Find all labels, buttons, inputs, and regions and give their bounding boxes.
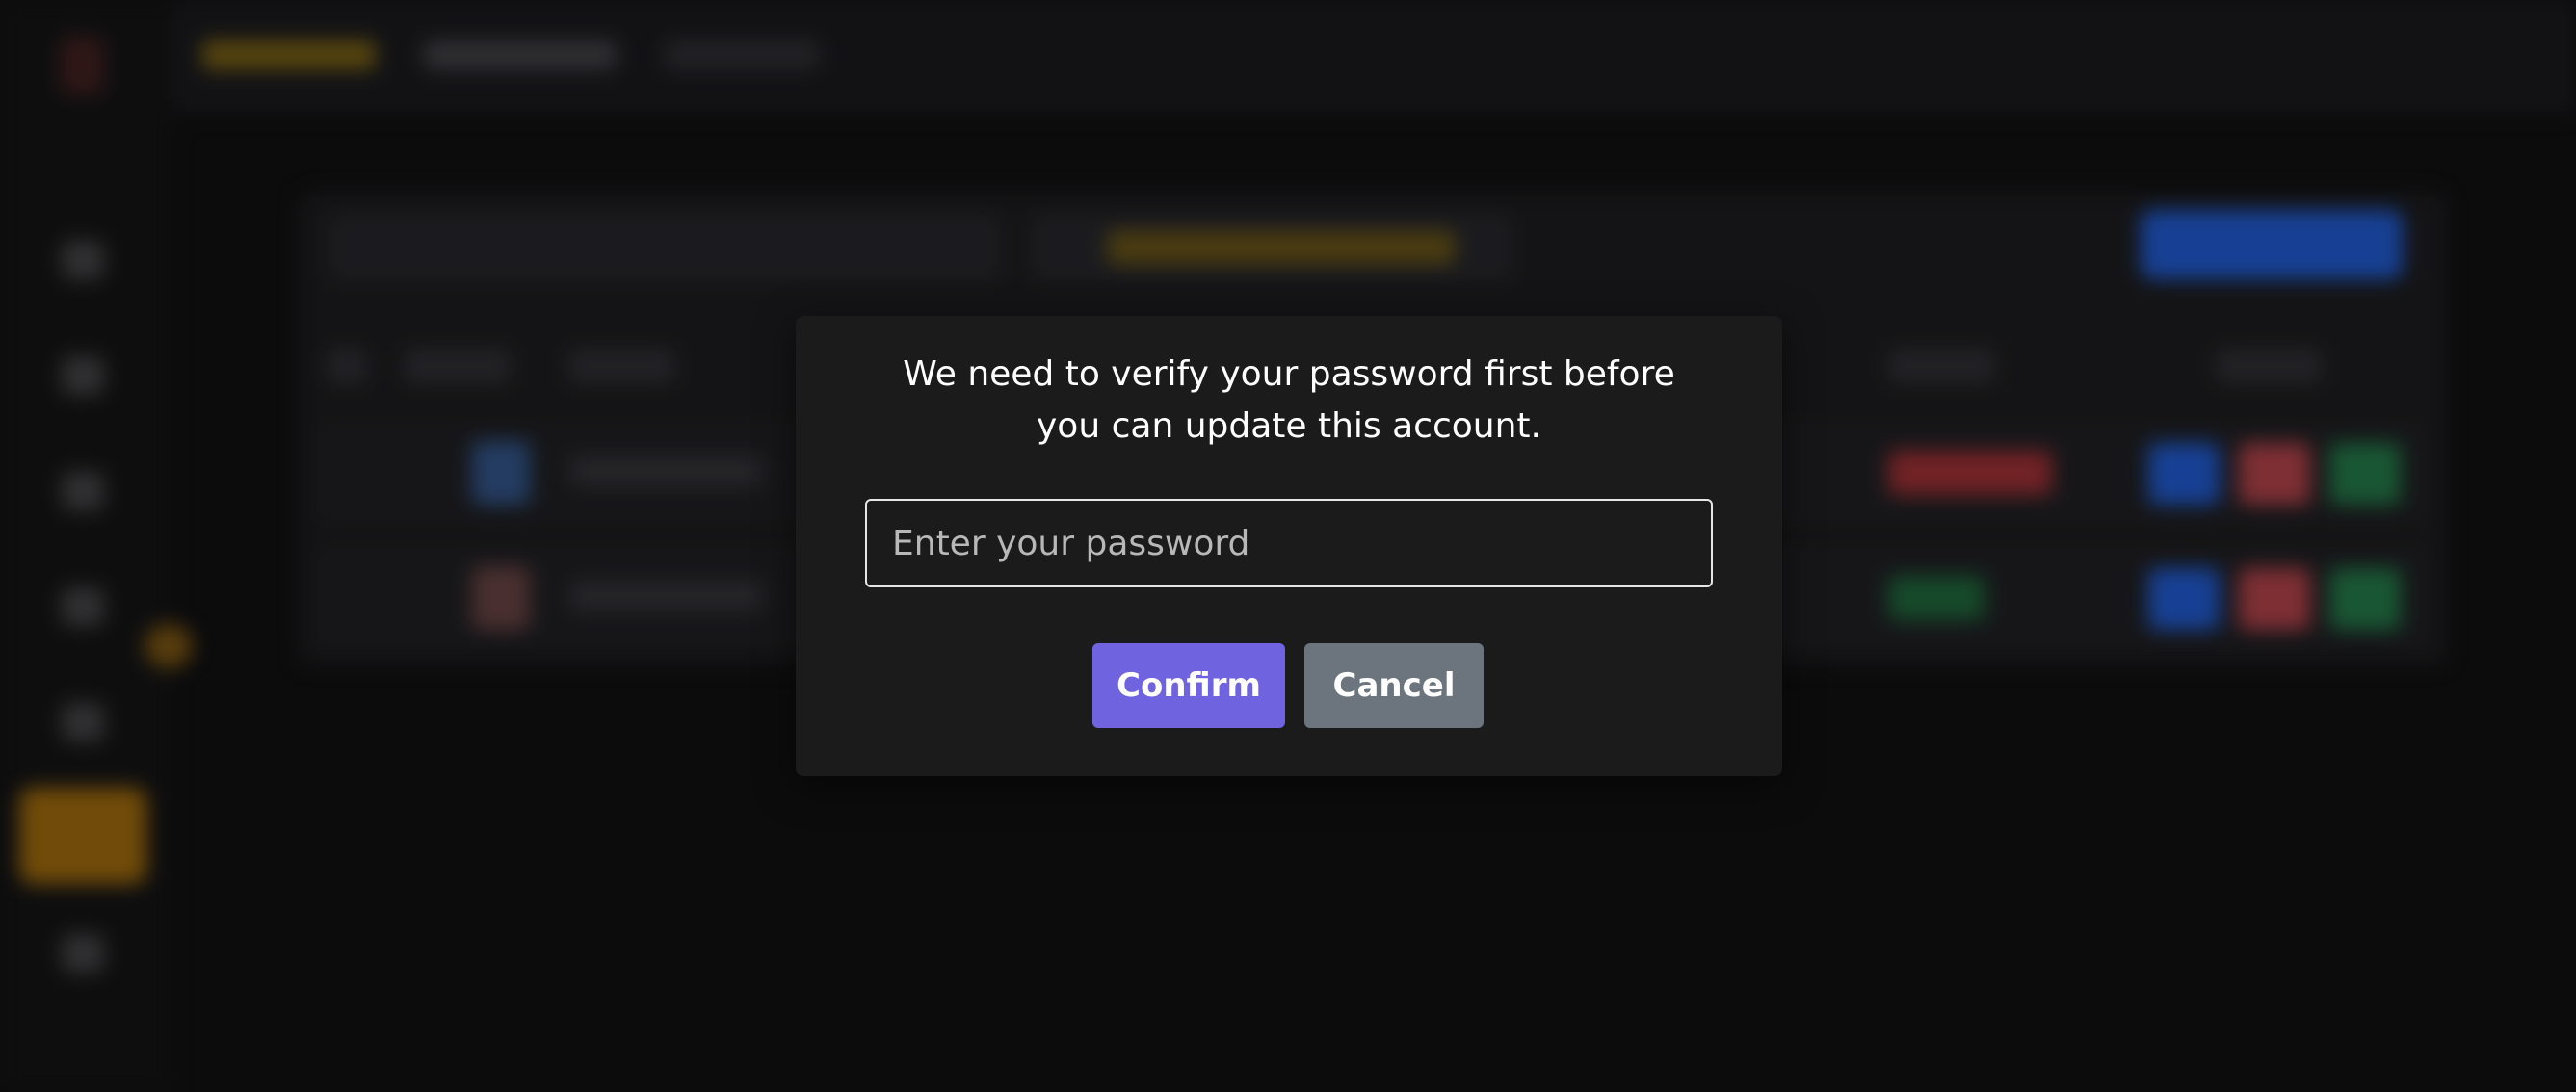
confirm-button[interactable]: Confirm — [1092, 643, 1285, 728]
password-input[interactable] — [865, 499, 1713, 587]
app-window: We need to verify your password first be… — [0, 0, 2576, 1092]
password-verify-modal: We need to verify your password first be… — [796, 316, 1782, 776]
cancel-button[interactable]: Cancel — [1304, 643, 1484, 728]
modal-message: We need to verify your password first be… — [903, 354, 1675, 446]
